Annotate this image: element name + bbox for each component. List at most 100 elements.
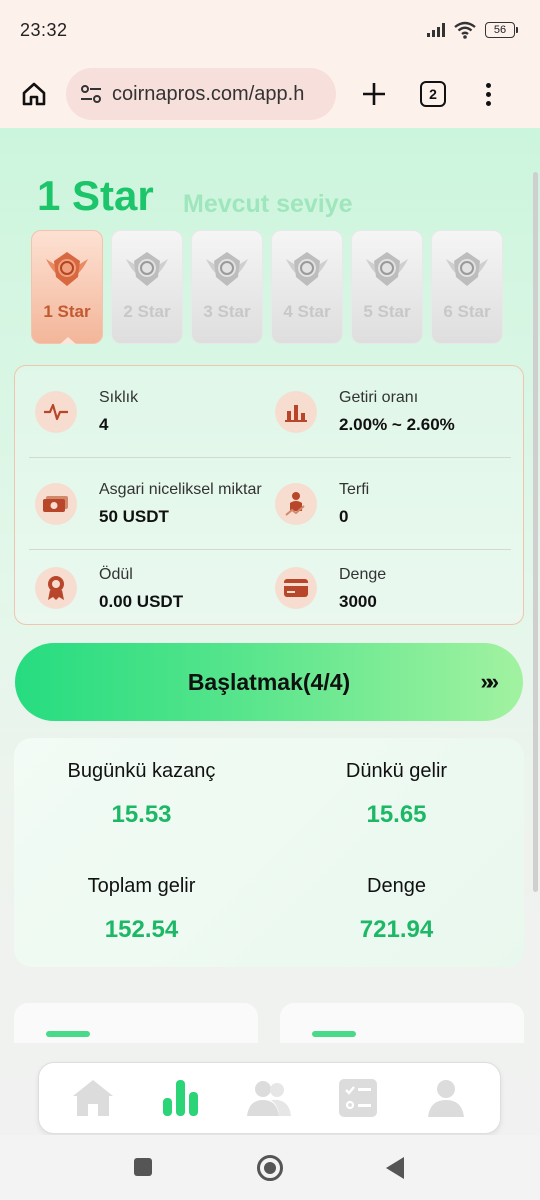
square-icon	[134, 1158, 152, 1176]
home-icon	[22, 82, 46, 106]
medal-icon	[35, 567, 77, 609]
plus-icon	[363, 83, 385, 105]
system-home-button[interactable]	[256, 1154, 284, 1187]
back-triangle-icon	[386, 1157, 404, 1179]
today-earnings-label: Bugünkü kazanç	[67, 760, 216, 782]
product-card[interactable]	[280, 1003, 524, 1043]
yesterday-earnings: Dünkü gelir 15.65	[269, 760, 524, 829]
badge-icon	[362, 249, 412, 294]
nav-profile[interactable]	[416, 1068, 476, 1128]
reward-stat: Ödül 0.00 USDT	[35, 550, 265, 626]
chart-icon	[163, 1080, 199, 1116]
promotion-stat: Terfi 0	[275, 458, 511, 549]
info-row: Asgari niceliksel miktar 50 USDT Terfi 0	[29, 458, 511, 550]
level-tab-4-star[interactable]: 4 Star	[271, 230, 343, 344]
reward-label: Ödül	[99, 565, 133, 583]
bottom-navigation	[38, 1062, 501, 1134]
system-navigation-bar	[0, 1135, 540, 1200]
home-icon	[73, 1080, 114, 1116]
balance-stat: Denge 3000	[275, 550, 511, 626]
team-icon	[247, 1081, 292, 1116]
frequency-stat: Sıklık 4	[35, 366, 265, 457]
page-content: 1 Star Mevcut seviye 1 Star 2 Star 3 Sta…	[0, 128, 540, 1135]
browser-toolbar: coirnapros.com/app.h 2	[0, 60, 540, 128]
promotion-value: 0	[339, 507, 349, 526]
badge-icon	[42, 249, 92, 294]
frequency-label: Sıklık	[99, 389, 139, 406]
growth-person-icon	[275, 482, 317, 525]
battery-icon: 56	[485, 22, 518, 38]
pulse-icon	[35, 390, 77, 433]
scrollbar[interactable]	[533, 172, 538, 892]
wifi-icon	[454, 21, 476, 39]
back-button[interactable]	[384, 1156, 406, 1185]
address-bar[interactable]: coirnapros.com/app.h	[66, 68, 336, 120]
total-earnings-value: 152.54	[104, 916, 179, 943]
min-amount-label: Asgari niceliksel miktar	[99, 481, 262, 498]
total-earnings: Toplam gelir 152.54	[14, 875, 269, 944]
badge-icon	[202, 249, 252, 294]
earnings-balance: Denge 721.94	[269, 875, 524, 944]
earnings-balance-value: 721.94	[359, 916, 434, 943]
tasks-icon	[338, 1079, 377, 1117]
today-earnings-value: 15.53	[111, 801, 172, 828]
badge-icon	[442, 249, 492, 294]
return-rate-value: 2.00% ~ 2.60%	[339, 415, 455, 434]
level-tab-label: 5 Star	[363, 302, 411, 321]
circle-icon	[257, 1155, 283, 1181]
info-row: Sıklık 4 Getiri oranı 2.00% ~ 2.60%	[29, 366, 511, 458]
level-tab-5-star[interactable]: 5 Star	[351, 230, 423, 344]
yesterday-earnings-label: Dünkü gelir	[345, 760, 448, 782]
nav-tasks[interactable]	[328, 1068, 388, 1128]
info-row: Ödül 0.00 USDT Denge 3000	[29, 550, 511, 626]
badge-icon	[282, 249, 332, 294]
recent-apps-button[interactable]	[133, 1157, 153, 1182]
return-rate-stat: Getiri oranı 2.00% ~ 2.60%	[275, 366, 511, 457]
min-amount-value: 50 USDT	[99, 507, 169, 526]
min-amount-stat: Asgari niceliksel miktar 50 USDT	[35, 458, 265, 549]
profile-icon	[427, 1080, 464, 1117]
nav-chart[interactable]	[151, 1068, 211, 1128]
level-tab-6-star[interactable]: 6 Star	[431, 230, 503, 344]
earnings-card: Bugünkü kazanç 15.53 Dünkü gelir 15.65 T…	[14, 738, 524, 967]
signal-icon	[427, 23, 445, 37]
current-level-title: 1 Star	[37, 172, 154, 219]
earnings-balance-label: Denge	[367, 875, 426, 897]
return-rate-label: Getiri oranı	[339, 389, 419, 406]
level-tab-label: 4 Star	[283, 302, 331, 321]
promotion-label: Terfi	[339, 481, 370, 498]
start-button[interactable]: Başlatmak(4/4) »»	[15, 643, 523, 721]
level-tab-label: 1 Star	[43, 302, 91, 321]
browser-menu-button[interactable]	[486, 82, 491, 106]
balance-value: 3000	[339, 591, 377, 611]
start-button-label: Başlatmak(4/4)	[187, 668, 351, 695]
site-settings-icon[interactable]	[80, 84, 102, 104]
status-icons: 56	[427, 21, 518, 39]
level-info-card: Sıklık 4 Getiri oranı 2.00% ~ 2.60% Asga…	[14, 365, 524, 625]
balance-label: Denge	[339, 565, 387, 583]
status-bar: 23:32 56	[0, 0, 540, 60]
url-text: coirnapros.com/app.h	[112, 82, 305, 105]
reward-value: 0.00 USDT	[99, 591, 184, 611]
badge-icon	[122, 249, 172, 294]
level-selector: 1 Star 2 Star 3 Star 4 Star 5 Star 6 Sta…	[31, 230, 503, 344]
total-earnings-label: Toplam gelir	[87, 875, 196, 897]
card-icon	[275, 567, 317, 609]
nav-team[interactable]	[239, 1068, 299, 1128]
tab-switcher-button[interactable]: 2	[420, 81, 446, 107]
nav-home[interactable]	[63, 1068, 123, 1128]
product-card[interactable]	[14, 1003, 258, 1043]
double-chevron-right-icon: »»	[480, 669, 500, 694]
frequency-value: 4	[99, 415, 109, 434]
current-level-subtitle: Mevcut seviye	[183, 190, 353, 218]
browser-home-button[interactable]	[14, 74, 54, 114]
battery-level: 56	[485, 22, 515, 38]
new-tab-button[interactable]	[358, 78, 390, 110]
level-tab-1-star[interactable]: 1 Star	[31, 230, 103, 344]
level-tab-2-star[interactable]: 2 Star	[111, 230, 183, 344]
status-time: 23:32	[20, 19, 68, 40]
bar-chart-icon	[275, 390, 317, 433]
level-tab-label: 3 Star	[203, 302, 251, 321]
level-tab-3-star[interactable]: 3 Star	[191, 230, 263, 344]
today-earnings: Bugünkü kazanç 15.53	[14, 760, 269, 829]
